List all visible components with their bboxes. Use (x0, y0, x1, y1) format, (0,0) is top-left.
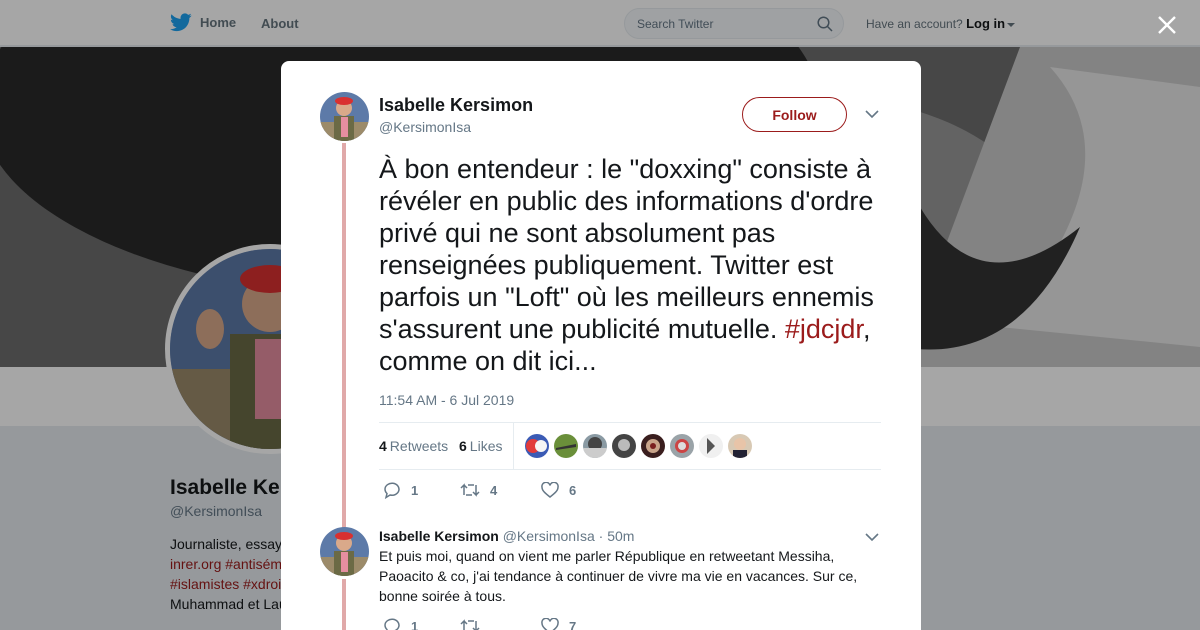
author-handle[interactable]: @KersimonIsa (379, 119, 471, 135)
retweet-icon (460, 483, 480, 497)
retweet-count: 4 (490, 482, 498, 498)
retweets-stat[interactable]: 4 Retweets (379, 438, 448, 454)
liker-avatar[interactable] (670, 434, 694, 458)
liker-avatar[interactable] (612, 434, 636, 458)
like-count: 6 (569, 482, 577, 498)
reply-author-avatar[interactable] (320, 527, 369, 576)
tweet-modal: Isabelle Kersimon @KersimonIsa Follow À … (281, 61, 921, 630)
retweet-action[interactable] (460, 618, 480, 630)
reply-action[interactable]: 1 (383, 482, 418, 499)
tweet-stats: 4 Retweets 6 Likes (379, 422, 881, 470)
thread-connector (342, 579, 346, 630)
likes-stat[interactable]: 6 Likes (459, 438, 502, 454)
chevron-down-icon[interactable] (865, 109, 879, 119)
close-icon[interactable] (1154, 12, 1180, 38)
hashtag-link[interactable]: #jdcjdr (785, 314, 863, 344)
like-action[interactable]: 6 (541, 482, 576, 498)
reply-count: 1 (411, 619, 419, 630)
tweet-text: À bon entendeur : le "doxxing" consiste … (379, 153, 889, 377)
author-avatar[interactable] (320, 92, 369, 141)
likes-count: 6 (459, 438, 467, 454)
heart-icon (541, 482, 559, 498)
reply-count: 1 (411, 483, 419, 498)
like-action[interactable]: 7 (541, 618, 576, 630)
liker-avatar[interactable] (525, 434, 549, 458)
heart-icon (541, 618, 559, 630)
retweets-count: 4 (379, 438, 387, 454)
tweet-timestamp[interactable]: 11:54 AM - 6 Jul 2019 (379, 392, 514, 408)
stats-divider (513, 423, 514, 469)
like-count: 7 (569, 618, 577, 630)
reply-icon (384, 482, 400, 499)
liker-avatar[interactable] (728, 434, 752, 458)
likes-label: Likes (469, 438, 503, 454)
reply-icon (384, 618, 400, 630)
liker-avatar[interactable] (641, 434, 665, 458)
follow-button[interactable]: Follow (742, 97, 847, 132)
chevron-down-icon[interactable] (865, 532, 879, 542)
liker-avatar[interactable] (554, 434, 578, 458)
reply-header: Isabelle Kersimon @KersimonIsa · 50m (379, 528, 634, 544)
retweet-icon (460, 619, 480, 630)
liker-avatar[interactable] (583, 434, 607, 458)
reply-author-name[interactable]: Isabelle Kersimon (379, 528, 499, 544)
retweets-label: Retweets (389, 438, 449, 454)
likers-avatars (525, 434, 752, 458)
reply-text: Et puis moi, quand on vient me parler Ré… (379, 548, 858, 604)
thread-connector (342, 143, 346, 563)
reply-action[interactable]: 1 (383, 618, 418, 630)
retweet-action[interactable]: 4 (460, 482, 497, 498)
author-name[interactable]: Isabelle Kersimon (379, 95, 533, 116)
reply-time[interactable]: · 50m (599, 528, 635, 544)
liker-avatar[interactable] (699, 434, 723, 458)
reply-author-handle[interactable]: @KersimonIsa (503, 528, 595, 544)
